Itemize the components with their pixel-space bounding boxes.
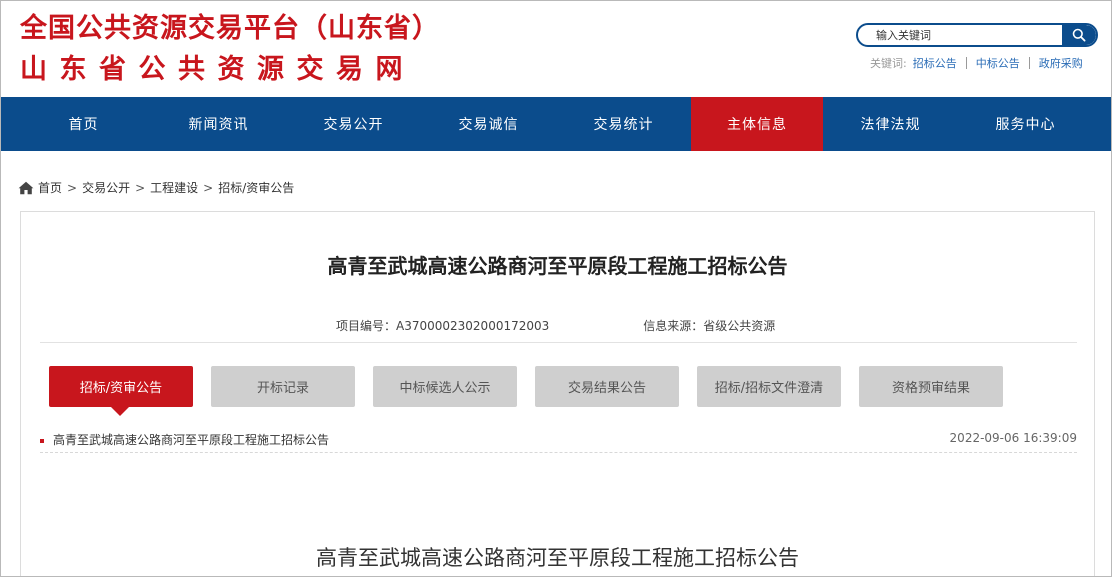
- home-icon: [18, 181, 34, 194]
- breadcrumb-trade-public[interactable]: 交易公开: [82, 179, 130, 196]
- tab-tender-notice[interactable]: 招标/资审公告: [49, 366, 193, 407]
- nav-item-news[interactable]: 新闻资讯: [151, 97, 286, 151]
- keyword-link-tender[interactable]: 招标公告: [913, 55, 957, 71]
- breadcrumb-separator: >: [135, 180, 146, 195]
- list-item-title[interactable]: 高青至武城高速公路商河至平原段工程施工招标公告: [53, 431, 329, 448]
- search-box: [856, 23, 1098, 47]
- list-bullet: [40, 439, 44, 443]
- tab-bid-opening[interactable]: 开标记录: [211, 366, 355, 407]
- tab-result[interactable]: 交易结果公告: [535, 366, 679, 407]
- keyword-link-procurement[interactable]: 政府采购: [1039, 55, 1083, 71]
- article-title: 高青至武城高速公路商河至平原段工程施工招标公告: [316, 546, 799, 570]
- nav-item-trade-stats[interactable]: 交易统计: [556, 97, 691, 151]
- site-header: 全国公共资源交易平台（山东省） 山东省公共资源交易网 关键词: 招标公告 中标公…: [0, 0, 1112, 97]
- keyword-divider: [965, 57, 967, 69]
- info-source: 信息来源：省级公共资源: [643, 319, 776, 333]
- search-button[interactable]: [1062, 25, 1096, 45]
- search-icon: [1072, 28, 1086, 42]
- divider: [40, 342, 1077, 343]
- content-panel: 高青至武城高速公路商河至平原段工程施工招标公告 项目编号：A3700002302…: [20, 211, 1095, 577]
- list-item: 高青至武城高速公路商河至平原段工程施工招标公告 2022-09-06 16:39…: [40, 427, 1077, 453]
- nav-item-laws[interactable]: 法律法规: [823, 97, 958, 151]
- tab-prequalification[interactable]: 资格预审结果: [859, 366, 1003, 407]
- breadcrumb-home[interactable]: 首页: [38, 179, 62, 196]
- breadcrumb-separator: >: [203, 180, 214, 195]
- tab-clarification[interactable]: 招标/招标文件澄清: [697, 366, 841, 407]
- main-nav: 首页 新闻资讯 交易公开 交易诚信 交易统计 主体信息 法律法规 服务中心: [0, 97, 1112, 151]
- keywords-label: 关键词:: [870, 57, 907, 70]
- active-tab-indicator: [111, 407, 129, 416]
- nav-item-trade-public[interactable]: 交易公开: [286, 97, 421, 151]
- search-input[interactable]: [858, 25, 1063, 45]
- site-logo-title[interactable]: 全国公共资源交易平台（山东省）: [20, 6, 440, 45]
- nav-item-home[interactable]: 首页: [16, 97, 151, 151]
- nav-item-entity-info[interactable]: 主体信息: [691, 97, 823, 151]
- breadcrumb-separator: >: [67, 180, 78, 195]
- breadcrumb-construction[interactable]: 工程建设: [150, 179, 198, 196]
- project-meta: 项目编号：A3700002302000172003 信息来源：省级公共资源: [336, 317, 775, 334]
- breadcrumb: 首页 > 交易公开 > 工程建设 > 招标/资审公告: [18, 179, 294, 196]
- nav-item-service[interactable]: 服务中心: [958, 97, 1093, 151]
- keyword-link-award[interactable]: 中标公告: [976, 55, 1020, 71]
- nav-item-trade-credit[interactable]: 交易诚信: [421, 97, 556, 151]
- hot-keywords: 关键词: 招标公告 中标公告 政府采购: [870, 55, 1083, 71]
- page-title: 高青至武城高速公路商河至平原段工程施工招标公告: [327, 254, 788, 278]
- site-logo-subtitle[interactable]: 山东省公共资源交易网: [20, 47, 415, 86]
- keyword-divider: [1028, 57, 1030, 69]
- breadcrumb-current[interactable]: 招标/资审公告: [218, 179, 294, 196]
- project-number: 项目编号：A3700002302000172003: [336, 319, 550, 333]
- tab-candidates[interactable]: 中标候选人公示: [373, 366, 517, 407]
- list-item-date: 2022-09-06 16:39:09: [949, 431, 1077, 445]
